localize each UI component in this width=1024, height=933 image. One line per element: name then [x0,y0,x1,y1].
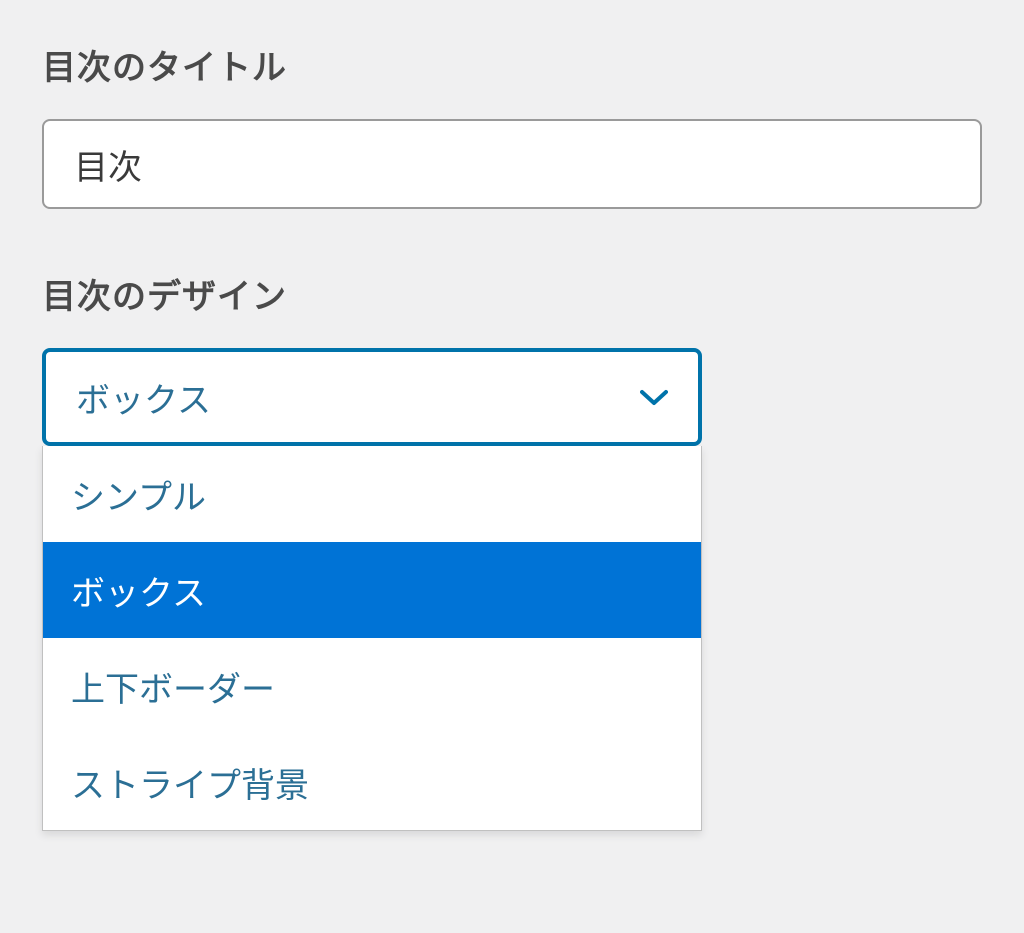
dropdown-option-stripe-bg[interactable]: ストライプ背景 [43,734,701,830]
toc-design-select[interactable]: ボックス [42,348,702,446]
toc-design-label: 目次のデザイン [42,269,982,318]
chevron-down-icon [640,383,668,411]
toc-design-selected-value: ボックス [76,373,211,422]
toc-title-label: 目次のタイトル [42,40,982,89]
toc-design-select-wrapper: ボックス シンプル ボックス 上下ボーダー ストライプ背景 [42,348,702,446]
dropdown-option-box[interactable]: ボックス [43,542,701,638]
toc-design-dropdown: シンプル ボックス 上下ボーダー ストライプ背景 [42,446,702,831]
toc-title-input[interactable] [42,119,982,209]
dropdown-option-top-bottom-border[interactable]: 上下ボーダー [43,638,701,734]
toc-design-field: 目次のデザイン ボックス シンプル ボックス 上下ボーダー ストライプ背景 [42,269,982,446]
toc-title-field: 目次のタイトル [42,40,982,209]
dropdown-option-simple[interactable]: シンプル [43,446,701,542]
